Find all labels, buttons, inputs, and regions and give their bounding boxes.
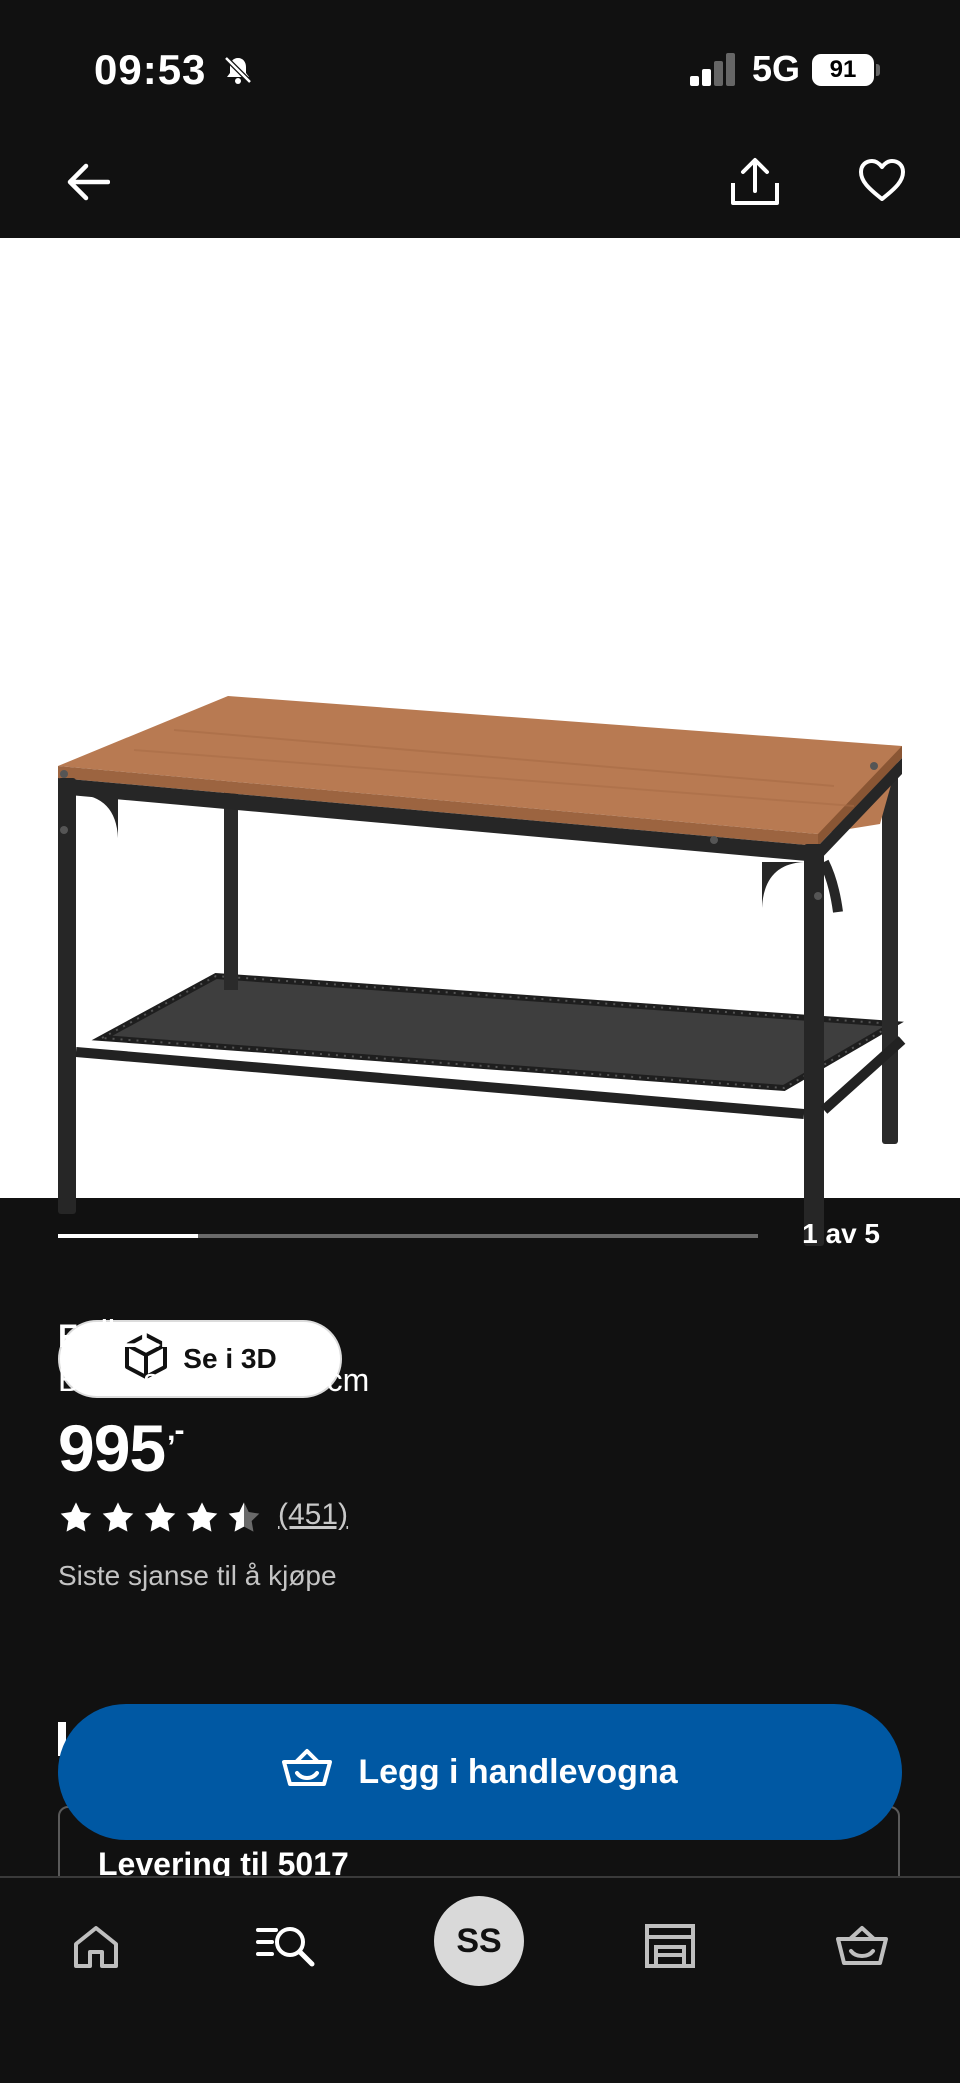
product-image bbox=[54, 460, 906, 1256]
rating-star bbox=[184, 1500, 220, 1539]
basket-icon bbox=[282, 1748, 333, 1797]
home-icon bbox=[72, 1924, 120, 1973]
gallery-progress-fill bbox=[58, 1234, 198, 1238]
price-suffix: ,- bbox=[167, 1414, 184, 1447]
rating-star bbox=[58, 1500, 94, 1539]
bell-muted-icon bbox=[222, 54, 254, 86]
battery-indicator: 91 bbox=[812, 54, 874, 86]
price-value: 995 bbox=[58, 1411, 166, 1485]
store-nav-button[interactable] bbox=[630, 1908, 710, 1988]
network-type: 5G bbox=[752, 48, 801, 89]
battery-nub bbox=[876, 64, 880, 76]
rating-star bbox=[226, 1500, 262, 1539]
gallery-position-label: 1 av 5 bbox=[802, 1218, 880, 1249]
back-arrow-icon[interactable] bbox=[58, 152, 118, 212]
status-time: 09:53 bbox=[94, 46, 207, 93]
profile-avatar[interactable]: SS bbox=[434, 1896, 524, 1986]
search-list-icon bbox=[256, 1922, 316, 1975]
rating-star bbox=[142, 1500, 178, 1539]
rating-stars[interactable] bbox=[58, 1500, 262, 1539]
home-nav-button[interactable] bbox=[56, 1908, 136, 1988]
heart-icon[interactable] bbox=[852, 150, 912, 210]
store-icon bbox=[644, 1923, 696, 1974]
add-to-cart-button[interactable]: Legg i handlevogna bbox=[58, 1704, 902, 1840]
product-image-gallery[interactable]: Se i 3D bbox=[0, 238, 960, 1398]
add-to-cart-label: Legg i handlevogna bbox=[358, 1752, 678, 1791]
share-icon[interactable] bbox=[722, 150, 788, 214]
search-nav-button[interactable] bbox=[246, 1908, 326, 1988]
cart-nav-button[interactable] bbox=[822, 1908, 902, 1988]
rating-count-link[interactable]: (451) bbox=[278, 1498, 348, 1532]
stock-note: Siste sjanse til å kjøpe bbox=[58, 1560, 337, 1591]
bottom-navigation: SS bbox=[0, 1876, 960, 2083]
rating-star bbox=[100, 1500, 136, 1539]
product-name: FJÄLLBO bbox=[58, 1318, 210, 1354]
product-description: Bord, svart, 90x46 cm bbox=[58, 1362, 370, 1398]
cart-basket-icon bbox=[836, 1925, 888, 1972]
product-price: 995,- bbox=[58, 1410, 184, 1486]
gallery-progress-track bbox=[58, 1234, 758, 1238]
signal-icon bbox=[688, 52, 738, 88]
